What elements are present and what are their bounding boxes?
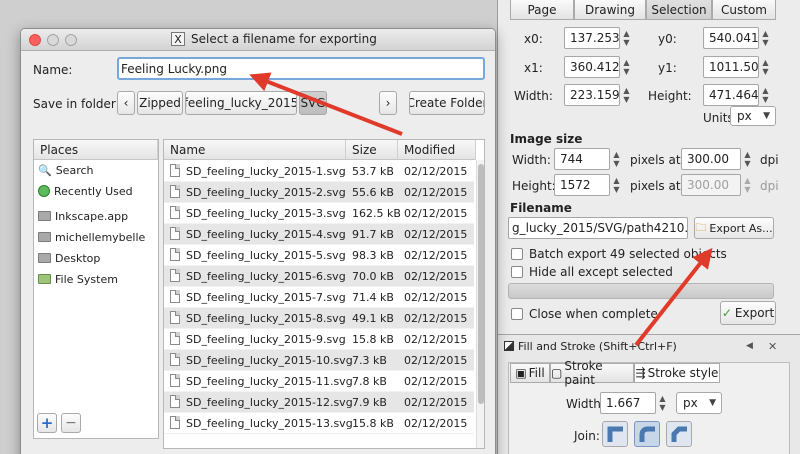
screen: Page Drawing Selection Custom x0: 137.25… (0, 0, 800, 454)
arrow-to-name-field (249, 72, 403, 136)
annotation-arrows (249, 72, 713, 347)
arrow-to-export-as (634, 247, 713, 347)
